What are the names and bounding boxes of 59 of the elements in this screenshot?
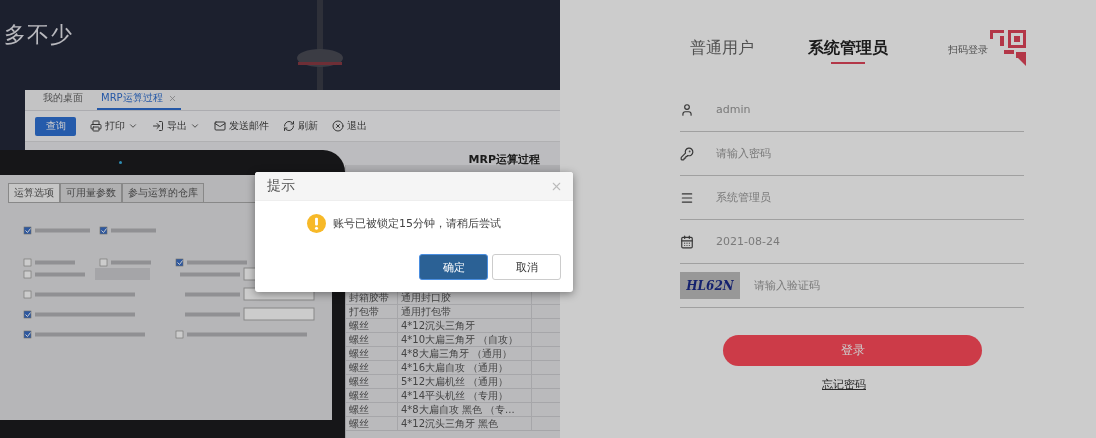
close-icon[interactable] <box>167 93 177 103</box>
table-cell: 5*12大扁机丝 （通用） <box>398 375 532 388</box>
close-circle-icon <box>332 120 344 132</box>
warning-icon <box>307 214 326 233</box>
input-field[interactable]: 系统管理员 <box>714 190 1024 205</box>
table-cell: 4*8大扁三角牙 （通用） <box>398 347 532 360</box>
input-field[interactable]: 请输入密码 <box>714 146 1024 161</box>
key-icon <box>680 146 694 161</box>
printer-icon <box>90 120 102 132</box>
table-cell: 螺丝 <box>346 333 398 346</box>
caret-icon <box>190 121 200 131</box>
table-cell: 4*16大扁自攻 （通用） <box>398 361 532 374</box>
menu-icon <box>680 190 694 205</box>
toolbar-button[interactable]: 导出 <box>152 119 200 133</box>
table-cell: 螺丝 <box>346 319 398 332</box>
table-cell: 4*12沉头三角牙 <box>398 319 532 332</box>
toolbar-button[interactable]: 退出 <box>332 119 367 133</box>
qr-login-link[interactable]: 扫码登录 <box>948 43 988 57</box>
mail-icon <box>214 120 226 132</box>
forgot-password-link[interactable]: 忘记密码 <box>822 377 866 392</box>
user-icon <box>680 102 694 117</box>
cancel-button[interactable]: 取消 <box>492 254 561 280</box>
login-tab[interactable]: 系统管理员 <box>808 38 888 64</box>
qr-code-icon <box>990 30 1026 66</box>
caret-icon <box>128 121 138 131</box>
dialog-title: 提示 <box>267 177 295 195</box>
option-tab[interactable]: 可用量参数 <box>60 183 122 202</box>
table-cell: 螺丝 <box>346 417 398 430</box>
report-title: MRP运算过程 <box>468 152 540 167</box>
refresh-icon <box>283 120 295 132</box>
option-tab[interactable]: 运算选项 <box>8 183 60 202</box>
dialog-message: 账号已被锁定15分钟，请稍后尝试 <box>333 216 501 231</box>
option-tab[interactable]: 参与运算的仓库 <box>122 183 204 202</box>
calendar-icon <box>680 234 694 249</box>
table-cell: 螺丝 <box>346 361 398 374</box>
table-cell: 螺丝 <box>346 375 398 388</box>
table-cell: 螺丝 <box>346 389 398 402</box>
app-tab[interactable]: 我的桌面 <box>39 91 87 110</box>
login-tab[interactable]: 普通用户 <box>690 38 754 64</box>
login-button[interactable]: 登录 <box>723 335 982 366</box>
table-cell: 4*10大扁三角牙 （自攻） <box>398 333 532 346</box>
query-button[interactable]: 查询 <box>35 116 76 136</box>
captcha-input[interactable]: 请输入验证码 <box>752 278 1024 293</box>
table-cell: 通用打包带 <box>398 305 532 318</box>
table-cell: 4*14平头机丝 （专用） <box>398 389 532 402</box>
table-cell: 打包带 <box>346 305 398 318</box>
export-icon <box>152 120 164 132</box>
table-cell: 螺丝 <box>346 347 398 360</box>
table-cell: 4*12沉头三角牙 黑色 <box>398 417 532 430</box>
captcha-image[interactable]: HL62N <box>680 272 740 299</box>
toolbar-button[interactable]: 打印 <box>90 119 138 133</box>
slogan-text: 多不少 <box>4 21 73 49</box>
input-field[interactable]: 2021-08-24 <box>714 234 1024 249</box>
input-field[interactable]: admin <box>714 102 1024 117</box>
table-cell: 4*8大扁自攻 黑色 （专... <box>398 403 532 416</box>
confirm-button[interactable]: 确定 <box>419 254 488 280</box>
toolbar-button[interactable]: 刷新 <box>283 119 318 133</box>
toolbar-button[interactable]: 发送邮件 <box>214 119 269 133</box>
table-cell: 螺丝 <box>346 403 398 416</box>
